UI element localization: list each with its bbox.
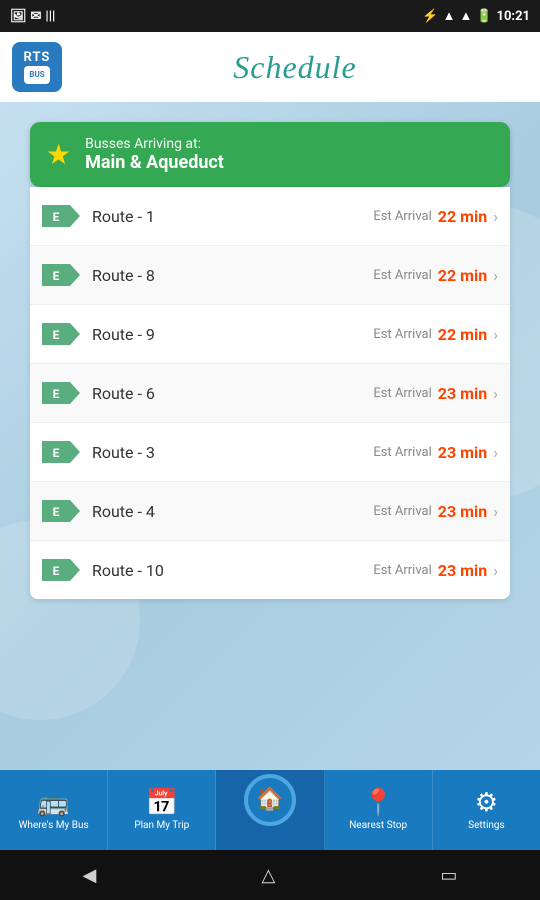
- stop-card: ★ Busses Arriving at: Main & Aqueduct: [30, 122, 510, 187]
- svg-text:E: E: [53, 269, 60, 283]
- status-left-icons: 🖼 ✉ |||: [10, 9, 55, 24]
- calendar-icon: 📅: [146, 790, 178, 816]
- clock: 10:21: [497, 9, 531, 24]
- home-button[interactable]: △: [261, 865, 275, 886]
- chevron-right-icon-0: ›: [493, 207, 498, 226]
- est-label-6: Est Arrival: [373, 563, 431, 578]
- svg-text:E: E: [53, 387, 60, 401]
- table-row[interactable]: E Route - 6 Est Arrival 23 min ›: [30, 364, 510, 423]
- nav-nearest-stop[interactable]: 📍 Nearest Stop: [325, 770, 433, 850]
- system-nav-bar: ◀ △ ▭: [0, 850, 540, 900]
- table-row[interactable]: E Route - 4 Est Arrival 23 min ›: [30, 482, 510, 541]
- route-badge-2: E: [42, 319, 80, 349]
- est-time-6: 23 min: [438, 561, 487, 580]
- est-label-3: Est Arrival: [373, 386, 431, 401]
- est-time-3: 23 min: [438, 384, 487, 403]
- route-badge-5: E: [42, 496, 80, 526]
- app-logo: RTS BUS: [12, 42, 62, 92]
- route-name-0: Route - 1: [92, 207, 373, 226]
- route-name-3: Route - 6: [92, 384, 373, 403]
- nav-settings[interactable]: ⚙ Settings: [433, 770, 540, 850]
- recents-button[interactable]: ▭: [440, 865, 457, 886]
- route-name-4: Route - 3: [92, 443, 373, 462]
- stop-name: Main & Aqueduct: [85, 152, 224, 173]
- bus-icon: 🚌: [37, 790, 69, 816]
- route-name-6: Route - 10: [92, 561, 373, 580]
- route-badge-6: E: [42, 555, 80, 585]
- est-label-0: Est Arrival: [373, 209, 431, 224]
- chevron-right-icon-5: ›: [493, 502, 498, 521]
- route-name-5: Route - 4: [92, 502, 373, 521]
- est-label-2: Est Arrival: [373, 327, 431, 342]
- est-label-1: Est Arrival: [373, 268, 431, 283]
- location-pin-icon: 📍: [362, 790, 394, 816]
- chevron-right-icon-3: ›: [493, 384, 498, 403]
- table-row[interactable]: E Route - 10 Est Arrival 23 min ›: [30, 541, 510, 599]
- network-icon: ▲: [459, 8, 472, 24]
- battery-icon: 🔋: [476, 9, 492, 24]
- table-row[interactable]: E Route - 8 Est Arrival 22 min ›: [30, 246, 510, 305]
- svg-text:E: E: [53, 564, 60, 578]
- page-title: Schedule: [62, 49, 528, 86]
- wheres-my-bus-label: Where's My Bus: [19, 820, 89, 831]
- svg-text:E: E: [53, 210, 60, 224]
- photo-icon: 🖼: [10, 9, 27, 24]
- svg-text:E: E: [53, 328, 60, 342]
- favorite-star-icon[interactable]: ★: [46, 138, 71, 171]
- header: RTS BUS Schedule: [0, 32, 540, 102]
- wifi-icon: ▲: [443, 8, 456, 24]
- route-list: E Route - 1 Est Arrival 22 min › E Route…: [30, 187, 510, 599]
- route-badge-1: E: [42, 260, 80, 290]
- chevron-right-icon-2: ›: [493, 325, 498, 344]
- bluetooth-icon: ⚡: [422, 9, 438, 24]
- chevron-right-icon-4: ›: [493, 443, 498, 462]
- nav-wheres-my-bus[interactable]: 🚌 Where's My Bus: [0, 770, 108, 850]
- est-time-4: 23 min: [438, 443, 487, 462]
- table-row[interactable]: E Route - 9 Est Arrival 22 min ›: [30, 305, 510, 364]
- back-button[interactable]: ◀: [83, 865, 97, 886]
- stop-info: Busses Arriving at: Main & Aqueduct: [85, 136, 224, 173]
- svg-text:E: E: [53, 446, 60, 460]
- signal-bars-icon: |||: [45, 9, 55, 24]
- arriving-label: Busses Arriving at:: [85, 136, 224, 152]
- route-badge-0: E: [42, 201, 80, 231]
- svg-text:E: E: [53, 505, 60, 519]
- content-area: ★ Busses Arriving at: Main & Aqueduct E …: [0, 102, 540, 770]
- chevron-right-icon-6: ›: [493, 561, 498, 580]
- table-row[interactable]: E Route - 1 Est Arrival 22 min ›: [30, 187, 510, 246]
- email-icon: ✉: [31, 9, 42, 24]
- route-badge-3: E: [42, 378, 80, 408]
- route-badge-4: E: [42, 437, 80, 467]
- est-label-4: Est Arrival: [373, 445, 431, 460]
- route-name-2: Route - 9: [92, 325, 373, 344]
- chevron-right-icon-1: ›: [493, 266, 498, 285]
- status-bar: 🖼 ✉ ||| ⚡ ▲ ▲ 🔋 10:21: [0, 0, 540, 32]
- est-label-5: Est Arrival: [373, 504, 431, 519]
- nav-home[interactable]: 🏠: [216, 770, 324, 850]
- logo-rts-text: RTS: [24, 50, 51, 65]
- nav-plan-my-trip[interactable]: 📅 Plan My Trip: [108, 770, 216, 850]
- plan-my-trip-label: Plan My Trip: [134, 820, 189, 831]
- nearest-stop-label: Nearest Stop: [349, 820, 407, 831]
- est-time-1: 22 min: [438, 266, 487, 285]
- route-name-1: Route - 8: [92, 266, 373, 285]
- bottom-nav: 🚌 Where's My Bus 📅 Plan My Trip 🏠 📍 Near…: [0, 770, 540, 850]
- logo-bus-text: BUS: [24, 66, 50, 84]
- table-row[interactable]: E Route - 3 Est Arrival 23 min ›: [30, 423, 510, 482]
- est-time-2: 22 min: [438, 325, 487, 344]
- status-right-icons: ⚡ ▲ ▲ 🔋 10:21: [422, 8, 530, 24]
- settings-label: Settings: [468, 820, 505, 831]
- est-time-0: 22 min: [438, 207, 487, 226]
- gear-icon: ⚙: [475, 790, 498, 816]
- home-icon: 🏠: [256, 789, 283, 811]
- est-time-5: 23 min: [438, 502, 487, 521]
- home-icon-wrap: 🏠: [244, 774, 296, 826]
